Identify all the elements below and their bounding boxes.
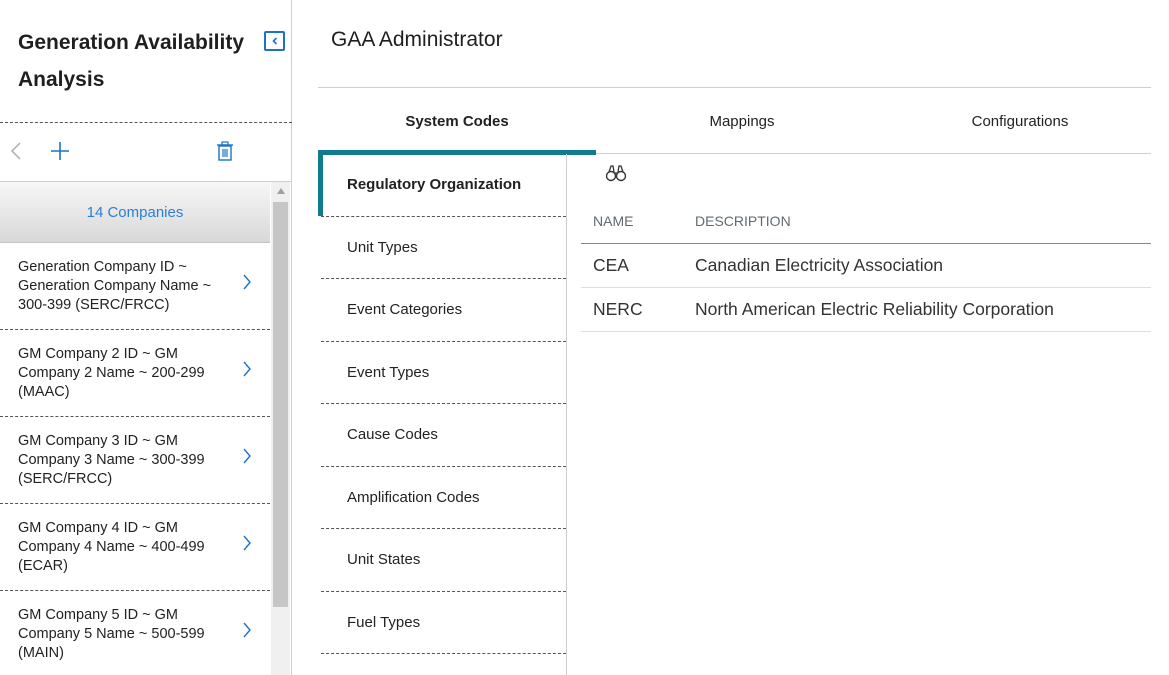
- chevron-right-icon: [243, 535, 251, 551]
- back-icon: [10, 142, 21, 160]
- company-list: Generation Company ID ~ Generation Compa…: [0, 243, 270, 675]
- delete-button[interactable]: [213, 139, 237, 163]
- subnav-item-amplification-codes[interactable]: Amplification Codes: [321, 467, 566, 529]
- codes-grid: NAME DESCRIPTION CEA Canadian Electricit…: [581, 200, 1151, 332]
- table-row[interactable]: CEA Canadian Electricity Association: [581, 244, 1151, 288]
- subnav-label: Regulatory Organization: [347, 176, 522, 194]
- list-item[interactable]: GM Company 3 ID ~ GM Company 3 Name ~ 30…: [0, 417, 270, 504]
- tab-configurations[interactable]: Configurations: [881, 88, 1159, 154]
- scroll-up-button[interactable]: [271, 182, 290, 200]
- subnav-item-unit-types[interactable]: Unit Types: [321, 217, 566, 279]
- tab-bar: System Codes Mappings Configurations: [318, 88, 1151, 155]
- binoculars-icon[interactable]: [605, 163, 627, 183]
- company-label: GM Company 3 ID ~ GM Company 3 Name ~ 30…: [18, 433, 205, 487]
- collapse-panel-button[interactable]: [264, 31, 285, 51]
- subnav-label: Fuel Types: [347, 613, 421, 631]
- left-panel: Generation Availability Analysis 14 Comp…: [0, 0, 292, 675]
- page-title: GAA Administrator: [331, 28, 503, 51]
- cell-name: CEA: [593, 255, 629, 275]
- company-label: GM Company 4 ID ~ GM Company 4 Name ~ 40…: [18, 520, 205, 574]
- chevron-right-icon: [243, 361, 251, 377]
- app-title: Generation Availability Analysis: [18, 31, 245, 91]
- subnav-item-event-types[interactable]: Event Types: [321, 342, 566, 404]
- tab-mappings[interactable]: Mappings: [603, 88, 881, 154]
- grid-header: NAME DESCRIPTION: [581, 200, 1151, 244]
- company-label: GM Company 5 ID ~ GM Company 5 Name ~ 50…: [18, 607, 205, 661]
- add-button[interactable]: [48, 139, 72, 163]
- chevron-right-icon: [243, 448, 251, 464]
- company-count-label: 14 Companies: [86, 203, 184, 221]
- back-button[interactable]: [4, 139, 28, 163]
- company-count-header[interactable]: 14 Companies: [0, 182, 270, 243]
- subnav-item-regulatory-organization[interactable]: Regulatory Organization: [318, 154, 566, 217]
- chevron-right-icon: [243, 622, 251, 638]
- add-icon: [51, 142, 69, 160]
- tab-label: Configurations: [971, 112, 1069, 130]
- left-toolbar: [0, 123, 292, 181]
- list-item[interactable]: GM Company 5 ID ~ GM Company 5 Name ~ 50…: [0, 591, 270, 675]
- tab-system-codes[interactable]: System Codes: [318, 88, 596, 155]
- subnav-label: Event Categories: [347, 301, 463, 319]
- collapse-icon: [271, 37, 277, 45]
- company-label: Generation Company ID ~ Generation Compa…: [18, 259, 212, 313]
- system-codes-subnav: Regulatory Organization Unit Types Event…: [318, 154, 567, 675]
- company-label: GM Company 2 ID ~ GM Company 2 Name ~ 20…: [18, 346, 205, 400]
- column-header-name[interactable]: NAME: [593, 213, 633, 229]
- subnav-label: Unit States: [347, 551, 421, 569]
- list-item[interactable]: GM Company 2 ID ~ GM Company 2 Name ~ 20…: [0, 330, 270, 417]
- subnav-item-fuel-types[interactable]: Fuel Types: [321, 592, 566, 654]
- subnav-label: Amplification Codes: [347, 488, 480, 506]
- scroll-up-icon: [276, 188, 285, 194]
- cell-description: North American Electric Reliability Corp…: [695, 299, 1054, 319]
- cell-description: Canadian Electricity Association: [695, 255, 944, 275]
- subnav-label: Unit Types: [347, 238, 418, 256]
- cell-name: NERC: [593, 299, 643, 319]
- subnav-label: Cause Codes: [347, 426, 438, 444]
- subnav-label: Event Types: [347, 363, 430, 381]
- scroll-thumb[interactable]: [273, 202, 288, 607]
- subnav-item-cause-codes[interactable]: Cause Codes: [321, 404, 566, 467]
- table-row[interactable]: NERC North American Electric Reliability…: [581, 288, 1151, 332]
- tab-label: Mappings: [709, 112, 775, 130]
- company-list-scrollbar[interactable]: [271, 182, 290, 675]
- subnav-item-unit-states[interactable]: Unit States: [321, 529, 566, 592]
- list-item[interactable]: GM Company 4 ID ~ GM Company 4 Name ~ 40…: [0, 504, 270, 591]
- delete-icon: [217, 141, 233, 161]
- column-header-description[interactable]: DESCRIPTION: [695, 213, 791, 229]
- tab-label: System Codes: [405, 112, 509, 130]
- list-item[interactable]: Generation Company ID ~ Generation Compa…: [0, 243, 270, 330]
- subnav-item-event-categories[interactable]: Event Categories: [321, 279, 566, 342]
- chevron-right-icon: [243, 274, 251, 290]
